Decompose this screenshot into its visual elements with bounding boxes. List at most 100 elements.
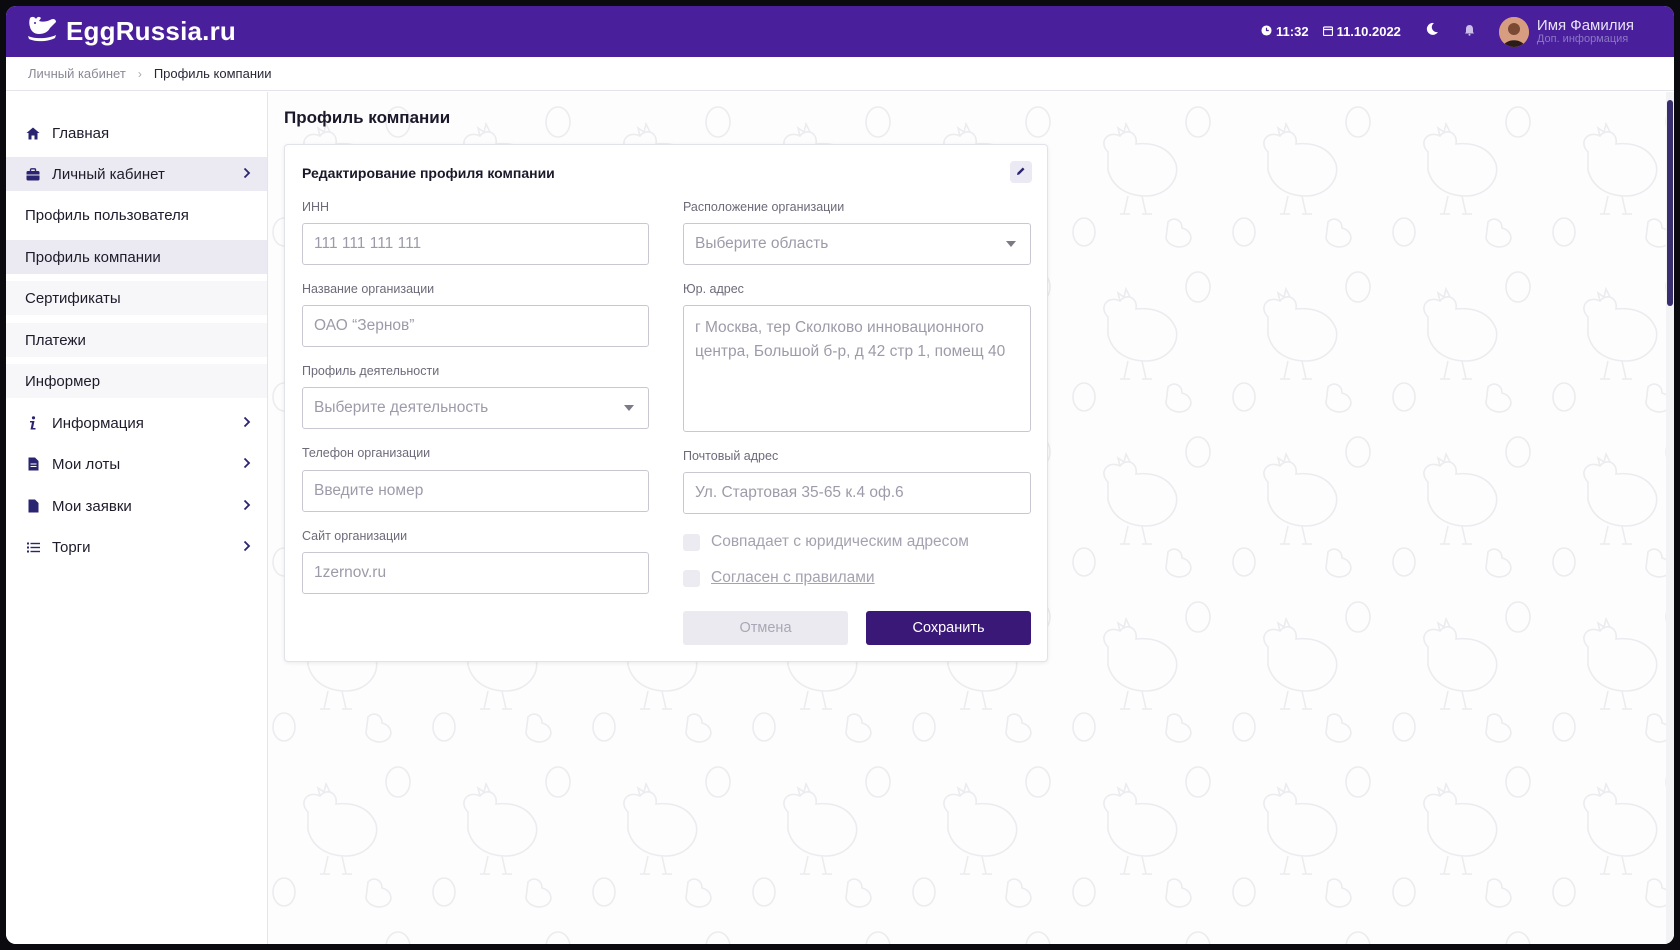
- site-placeholder: 1zernov.ru: [314, 564, 387, 581]
- breadcrumb-current: Профиль компании: [153, 66, 272, 81]
- activity-label: Профиль деятельности: [302, 364, 440, 378]
- pencil-icon: [1016, 163, 1026, 181]
- document-icon: [24, 499, 42, 513]
- legal-address-textarea[interactable]: г Москва, тер Сколково инновационного це…: [683, 305, 1031, 432]
- avatar[interactable]: [1498, 16, 1529, 47]
- sidebar-item-label: Торги: [52, 538, 91, 556]
- sidebar-item-label: Главная: [52, 124, 110, 142]
- inn-placeholder: 111 111 111 111: [314, 235, 422, 252]
- time-text: 11:32: [1276, 24, 1309, 39]
- dark-mode-toggle[interactable]: [1415, 15, 1449, 49]
- app-name: EggRussia.ru: [66, 16, 236, 46]
- activity-select[interactable]: Выберите деятельность: [302, 387, 649, 429]
- sidebar-item-label: Информация: [52, 414, 144, 432]
- sidebar-item-cabinet[interactable]: Личный кабинет: [6, 157, 267, 191]
- scrollbar-thumb[interactable]: [1667, 100, 1673, 306]
- home-icon: [24, 127, 42, 140]
- breadcrumb: Личный кабинет › Профиль компании: [6, 57, 1674, 91]
- chevron-right-icon: [243, 498, 251, 515]
- postal-address-input[interactable]: Ул. Стартовая 35-65 к.4 оф.6: [683, 472, 1031, 514]
- phone-placeholder: Введите номер: [314, 482, 424, 499]
- site-input[interactable]: 1zernov.ru: [302, 552, 649, 594]
- sidebar-item-label: Информер: [25, 372, 101, 390]
- legal-address-label: Юр. адрес: [683, 282, 744, 296]
- page-title: Профиль компании: [284, 108, 451, 127]
- calendar-icon: [1322, 24, 1333, 39]
- location-label: Расположение организации: [683, 200, 845, 214]
- rules-link[interactable]: Согласен с правилами: [711, 569, 875, 587]
- sidebar-item-label: Профиль компании: [25, 248, 161, 266]
- sidebar-item-user-profile[interactable]: Профиль пользователя: [6, 198, 267, 232]
- date-text: 11.10.2022: [1336, 24, 1401, 39]
- sidebar-item-label: Мои заявки: [52, 497, 132, 515]
- chevron-right-icon: [243, 456, 251, 473]
- breadcrumb-chevron-icon: ›: [137, 66, 142, 81]
- info-icon: [24, 416, 42, 430]
- location-placeholder: Выберите область: [695, 235, 829, 252]
- user-name: Имя Фамилия: [1536, 16, 1634, 34]
- moon-icon: [1425, 22, 1439, 41]
- page-scrollbar[interactable]: [1666, 92, 1674, 944]
- same-address-label: Совпадает с юридическим адресом: [711, 533, 969, 550]
- sidebar-item-label: Платежи: [25, 331, 86, 349]
- bell-icon: [1464, 23, 1475, 41]
- sidebar-item-informer[interactable]: Информер: [6, 364, 267, 398]
- agree-checkbox-row[interactable]: Согласен с правилами: [683, 569, 875, 587]
- company-profile-form: Редактирование профиля компании ИНН 111 …: [284, 144, 1048, 662]
- hen-logo-icon: [26, 14, 58, 49]
- caret-down-icon: [1006, 241, 1016, 247]
- header-right: 11:32 11.10.2022 Имя Фамилия Доп. информ…: [1261, 15, 1634, 49]
- sidebar-item-my-requests[interactable]: Мои заявки: [6, 489, 267, 523]
- sidebar-item-label: Личный кабинет: [52, 165, 165, 183]
- chevron-right-icon: [243, 166, 251, 183]
- sidebar-item-home[interactable]: Главная: [6, 116, 267, 150]
- edit-button[interactable]: [1010, 161, 1032, 183]
- top-header: EggRussia.ru 11:32 11.10.2022 Имя Фамили…: [6, 6, 1674, 57]
- save-button[interactable]: Сохранить: [866, 611, 1031, 645]
- document-icon: [24, 457, 42, 471]
- cancel-button[interactable]: Отмена: [683, 611, 848, 645]
- briefcase-icon: [24, 167, 42, 181]
- chevron-right-icon: [243, 415, 251, 432]
- sidebar-item-company-profile[interactable]: Профиль компании: [6, 240, 267, 274]
- logo[interactable]: EggRussia.ru: [26, 14, 236, 49]
- list-icon: [24, 542, 42, 553]
- time-display: 11:32: [1261, 24, 1309, 39]
- notifications-button[interactable]: [1453, 15, 1487, 49]
- org-name-label: Название организации: [302, 282, 435, 296]
- sidebar-item-auctions[interactable]: Торги: [6, 530, 267, 564]
- inn-input[interactable]: 111 111 111 111: [302, 223, 649, 265]
- card-title: Редактирование профиля компании: [302, 165, 555, 181]
- inn-label: ИНН: [302, 200, 330, 214]
- sidebar-item-my-lots[interactable]: Мои лоты: [6, 447, 267, 481]
- chevron-right-icon: [243, 539, 251, 556]
- app-window: EggRussia.ru 11:32 11.10.2022 Имя Фамили…: [6, 6, 1674, 944]
- user-subtitle: Доп. информация: [1536, 32, 1629, 45]
- sidebar-item-label: Сертификаты: [25, 289, 121, 307]
- breadcrumb-parent[interactable]: Личный кабинет: [28, 66, 126, 81]
- location-select[interactable]: Выберите область: [683, 223, 1031, 265]
- sidebar: Главная Личный кабинет Профиль пользоват…: [6, 92, 268, 944]
- activity-placeholder: Выберите деятельность: [314, 399, 489, 416]
- date-display: 11.10.2022: [1322, 24, 1401, 39]
- phone-label: Телефон организации: [302, 446, 431, 460]
- agree-checkbox[interactable]: [683, 569, 700, 587]
- sidebar-item-label: Мои лоты: [52, 455, 121, 473]
- org-name-input[interactable]: ОАО “Зернов”: [302, 305, 649, 347]
- site-label: Сайт организации: [302, 529, 408, 543]
- org-name-placeholder: ОАО “Зернов”: [314, 317, 415, 334]
- sidebar-item-label: Профиль пользователя: [25, 206, 189, 224]
- caret-down-icon: [624, 405, 634, 411]
- same-address-checkbox[interactable]: [683, 533, 700, 551]
- sidebar-item-payments[interactable]: Платежи: [6, 323, 267, 357]
- postal-address-placeholder: Ул. Стартовая 35-65 к.4 оф.6: [695, 484, 904, 501]
- sidebar-item-information[interactable]: Информация: [6, 406, 267, 440]
- postal-address-label: Почтовый адрес: [683, 449, 779, 463]
- legal-address-placeholder: г Москва, тер Сколково инновационного це…: [695, 319, 1006, 360]
- phone-input[interactable]: Введите номер: [302, 470, 649, 512]
- sidebar-item-certificates[interactable]: Сертификаты: [6, 281, 267, 315]
- clock-icon: [1261, 24, 1272, 39]
- main-content: Профиль компании Редактирование профиля …: [268, 92, 1674, 944]
- same-address-checkbox-row[interactable]: Совпадает с юридическим адресом: [683, 533, 969, 551]
- user-block[interactable]: Имя Фамилия Доп. информация: [1537, 18, 1634, 45]
